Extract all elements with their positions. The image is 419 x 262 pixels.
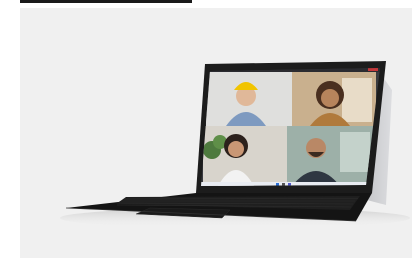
video-tile-3 (203, 126, 287, 186)
video-tile-4 (287, 126, 373, 186)
video-tile-1 (206, 72, 292, 126)
tablet-screen (201, 68, 380, 186)
product-photo (60, 61, 410, 228)
video-tile-2 (292, 72, 376, 126)
